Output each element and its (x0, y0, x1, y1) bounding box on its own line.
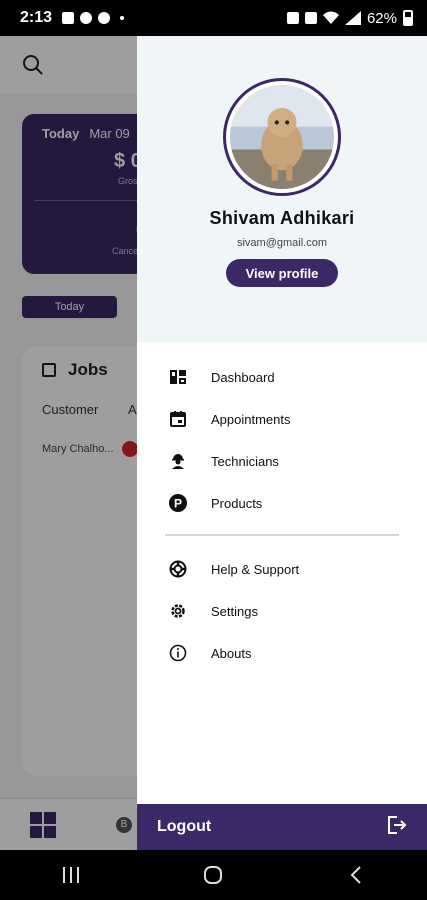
products-icon: P (169, 494, 187, 512)
more-notifications-icon (120, 16, 125, 20)
help-icon (169, 560, 187, 578)
home-button[interactable] (183, 855, 243, 895)
logout-button[interactable]: Logout (137, 804, 427, 850)
menu-item-label: Technicians (211, 453, 279, 469)
svg-text:P: P (174, 497, 182, 511)
menu-item-label: Dashboard (211, 369, 275, 385)
logout-label: Logout (157, 818, 212, 835)
nfc-icon (304, 12, 317, 24)
battery-icon (403, 10, 413, 26)
menu-item-label: Appointments (211, 411, 291, 427)
menu-item-settings[interactable]: Settings (137, 590, 427, 632)
avatar[interactable] (230, 85, 334, 189)
menu-divider (165, 534, 399, 536)
battery-percent: 62% (366, 9, 397, 27)
system-navigation-bar (0, 850, 427, 900)
home-icon (204, 866, 223, 884)
menu-item-abouts[interactable]: Abouts (137, 632, 427, 674)
sync-notification-icon (80, 12, 93, 24)
menu-item-label: Help & Support (211, 561, 300, 577)
recent-apps-button[interactable] (41, 855, 101, 895)
recent-apps-icon (63, 867, 80, 883)
user-email: sivam@gmail.com (236, 237, 327, 249)
menu-item-label: Products (211, 495, 263, 511)
signal-icon (344, 11, 361, 25)
menu-item-help-support[interactable]: Help & Support (137, 548, 427, 590)
user-name: Shivam Adhikari (209, 208, 355, 228)
logout-icon (387, 815, 407, 839)
menu-item-appointments[interactable]: Appointments (137, 398, 427, 440)
navigation-drawer: Shivam Adhikari sivam@gmail.com View pro… (137, 36, 427, 850)
dashboard-icon (169, 368, 187, 386)
profile-header: Shivam Adhikari sivam@gmail.com View pro… (137, 36, 427, 342)
menu-item-products[interactable]: P Products (137, 482, 427, 524)
back-button[interactable] (326, 855, 386, 895)
info-icon (169, 644, 187, 662)
alarm-icon (286, 12, 299, 24)
avatar-photo (230, 85, 334, 189)
menu-item-technicians[interactable]: Technicians (137, 440, 427, 482)
menu-item-label: Abouts (211, 645, 252, 661)
technician-icon (169, 452, 187, 470)
view-profile-button[interactable]: View profile (226, 259, 338, 287)
account-notification-icon (98, 12, 111, 24)
menu-item-dashboard[interactable]: Dashboard (137, 356, 427, 398)
settings-icon (169, 602, 187, 620)
avatar-ring (223, 78, 341, 196)
status-time: 2:13 (20, 9, 53, 26)
gallery-notification-icon (62, 12, 75, 24)
back-icon (350, 866, 361, 884)
calendar-icon (169, 410, 187, 428)
drawer-menu: Dashboard Appointments Technicians P Pro… (137, 342, 427, 674)
status-bar: 2:13 62% (0, 0, 427, 36)
menu-item-label: Settings (211, 603, 258, 619)
wifi-icon (322, 11, 339, 24)
